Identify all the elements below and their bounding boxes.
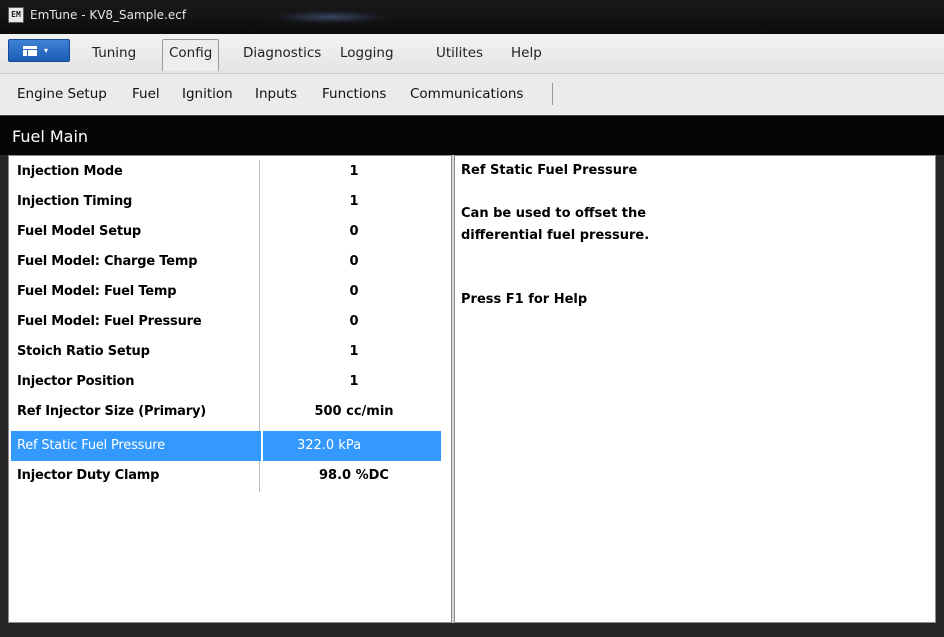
param-row-charge-temp[interactable]: Fuel Model: Charge Temp 0 [11, 250, 441, 274]
param-value[interactable]: 0 [267, 224, 441, 239]
param-value[interactable]: 1 [267, 344, 441, 359]
param-name: Fuel Model: Fuel Temp [17, 284, 177, 299]
tab-help[interactable]: Help [511, 45, 542, 61]
help-description-line-1: Can be used to offset the [461, 206, 647, 221]
application-menu-button[interactable]: ▾ [8, 39, 70, 62]
submenu-inputs[interactable]: Inputs [255, 86, 297, 102]
param-name: Injector Position [17, 374, 135, 389]
param-row-ref-injector-size[interactable]: Ref Injector Size (Primary) 500 cc/min [11, 400, 441, 424]
submenu-engine-setup[interactable]: Engine Setup [17, 86, 107, 102]
submenu-fuel[interactable]: Fuel [132, 86, 160, 102]
ribbon-tab-bar: ▾ Tuning Config Diagnostics Logging Util… [0, 34, 944, 73]
submenu-communications[interactable]: Communications [410, 86, 523, 102]
submenu-functions[interactable]: Functions [322, 86, 386, 102]
param-name: Injector Duty Clamp [17, 468, 160, 483]
param-value[interactable]: 98.0 %DC [267, 468, 441, 483]
param-row-stoich-ratio[interactable]: Stoich Ratio Setup 1 [11, 340, 441, 364]
title-bar: EM EmTune - KV8_Sample.ecf [0, 0, 944, 34]
document-menu-icon [23, 46, 37, 56]
param-name: Injection Mode [17, 164, 123, 179]
param-name: Injection Timing [17, 194, 133, 209]
tab-config[interactable]: Config [162, 39, 220, 71]
panel-header: Fuel Main [0, 115, 944, 155]
param-value[interactable]: 0 [267, 314, 441, 329]
param-row-injector-position[interactable]: Injector Position 1 [11, 370, 441, 394]
param-value[interactable]: 322.0 kPa [263, 438, 395, 453]
help-hint: Press F1 for Help [461, 292, 588, 307]
parameter-list: Injection Mode 1 Injection Timing 1 Fuel… [8, 155, 452, 623]
param-row-injection-mode[interactable]: Injection Mode 1 [11, 160, 441, 184]
help-panel: Ref Static Fuel Pressure Can be used to … [454, 155, 936, 623]
window-title: EmTune - KV8_Sample.ecf [30, 8, 187, 22]
param-row-fuel-temp[interactable]: Fuel Model: Fuel Temp 0 [11, 280, 441, 304]
param-row-ref-static-fuel-pressure[interactable]: Ref Static Fuel Pressure 322.0 kPa [11, 431, 441, 461]
submenu-divider [552, 83, 553, 105]
param-name: Stoich Ratio Setup [17, 344, 150, 359]
param-name: Fuel Model Setup [17, 224, 142, 239]
param-name: Fuel Model: Charge Temp [17, 254, 198, 269]
param-value[interactable]: 0 [267, 284, 441, 299]
param-row-injector-duty-clamp[interactable]: Injector Duty Clamp 98.0 %DC [11, 464, 441, 488]
param-row-injection-timing[interactable]: Injection Timing 1 [11, 190, 441, 214]
chevron-down-icon: ▾ [44, 46, 49, 55]
param-value[interactable]: 1 [267, 374, 441, 389]
param-value[interactable]: 0 [267, 254, 441, 269]
tab-utilities[interactable]: Utilites [436, 45, 483, 61]
param-name: Fuel Model: Fuel Pressure [17, 314, 202, 329]
param-name: Ref Injector Size (Primary) [17, 404, 206, 419]
config-submenu-bar: Engine Setup Fuel Ignition Inputs Functi… [0, 73, 944, 115]
param-value[interactable]: 1 [267, 194, 441, 209]
panel-title: Fuel Main [12, 127, 89, 146]
status-bar [0, 623, 944, 637]
submenu-ignition[interactable]: Ignition [182, 86, 233, 102]
app-logo-icon: EM [8, 7, 24, 23]
param-value[interactable]: 500 cc/min [267, 404, 441, 419]
help-title: Ref Static Fuel Pressure [461, 163, 638, 178]
param-row-fuel-pressure[interactable]: Fuel Model: Fuel Pressure 0 [11, 310, 441, 334]
param-name: Ref Static Fuel Pressure [17, 438, 165, 453]
param-row-fuel-model-setup[interactable]: Fuel Model Setup 0 [11, 220, 441, 244]
tab-logging[interactable]: Logging [340, 45, 394, 61]
help-description-line-2: differential fuel pressure. [461, 228, 650, 243]
tab-diagnostics[interactable]: Diagnostics [243, 45, 321, 61]
title-bar-glow [270, 10, 390, 24]
content-area: Injection Mode 1 Injection Timing 1 Fuel… [8, 155, 936, 623]
tab-tuning[interactable]: Tuning [92, 45, 136, 61]
param-value[interactable]: 1 [267, 164, 441, 179]
